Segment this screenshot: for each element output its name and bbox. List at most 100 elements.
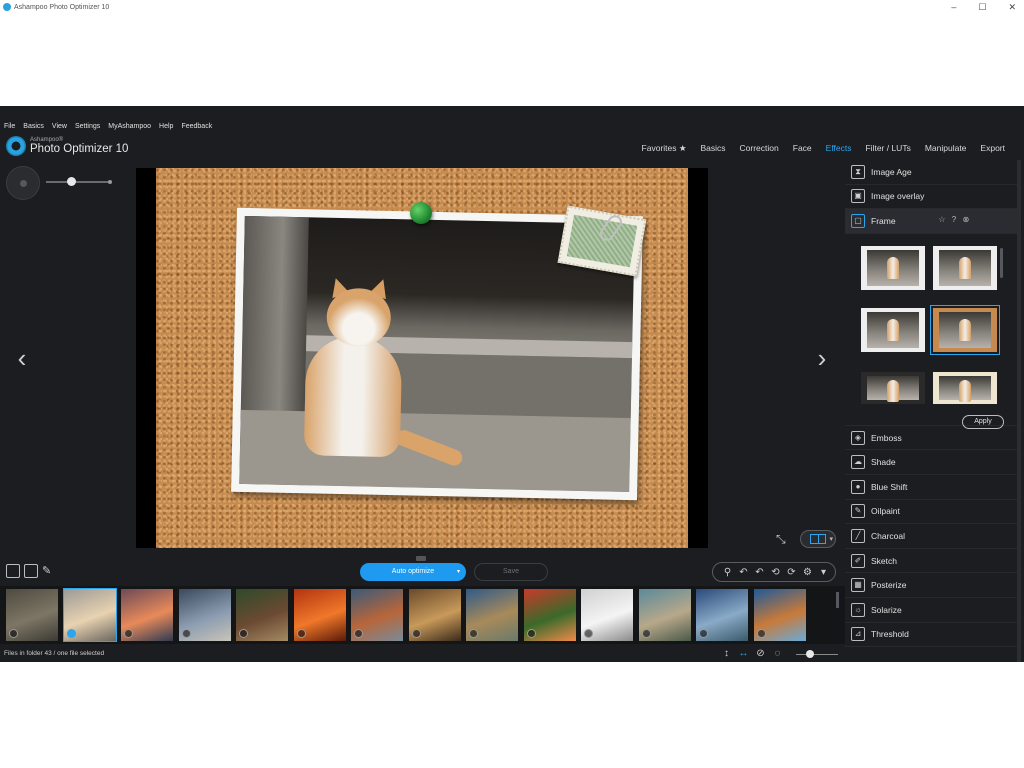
gear-icon[interactable]: ⚙ <box>801 567 814 578</box>
menu-help[interactable]: Help <box>159 123 173 130</box>
zoom-fit-icon[interactable]: ◌ <box>771 648 784 659</box>
filmstrip-thumbnail[interactable] <box>178 589 231 641</box>
chevron-down-icon[interactable]: ▾ <box>817 567 830 578</box>
filmstrip-thumbnail[interactable] <box>581 589 633 641</box>
filmstrip-thumbnail[interactable] <box>696 589 748 641</box>
effect-shade[interactable]: ☁ Shade <box>845 450 1017 475</box>
zoom-slider-handle[interactable] <box>67 177 76 186</box>
filmstrip-thumbnail[interactable] <box>351 589 403 641</box>
tab-filter-luts[interactable]: Filter / LUTs <box>858 143 917 154</box>
image-canvas[interactable] <box>136 168 708 548</box>
filmstrip-scrollbar[interactable] <box>836 592 839 608</box>
close-button[interactable]: ✕ <box>1008 2 1016 13</box>
effect-posterize[interactable]: ▦ Posterize <box>845 573 1017 598</box>
filmstrip-thumbnail[interactable] <box>236 589 288 641</box>
thumbnail-size-slider-handle[interactable] <box>806 650 814 658</box>
minimize-button[interactable]: – <box>951 2 956 12</box>
auto-optimize-button[interactable]: Auto optimize ▾ <box>360 563 466 581</box>
tab-basics[interactable]: Basics <box>693 143 732 154</box>
filmstrip-thumbnail[interactable] <box>753 589 806 641</box>
help-icon[interactable]: ? <box>949 215 959 225</box>
select-checkbox[interactable] <box>124 629 133 638</box>
effect-threshold[interactable]: ⊿ Threshold <box>845 623 1017 648</box>
emboss-icon: ◈ <box>851 430 865 445</box>
filmstrip-thumbnail[interactable] <box>121 589 173 641</box>
status-text: Files in folder 43 / one file selected <box>4 650 105 657</box>
menu-settings[interactable]: Settings <box>75 123 100 130</box>
open-file-icon[interactable] <box>6 564 20 578</box>
menu-file[interactable]: File <box>4 123 15 130</box>
filmstrip-thumbnail[interactable] <box>6 589 58 641</box>
gallery-scrollbar[interactable] <box>1000 247 1003 278</box>
magic-tool-icon[interactable]: ⚲ <box>721 567 734 578</box>
select-checkbox[interactable] <box>411 629 421 638</box>
magic-wand-icon[interactable]: ✎ <box>42 564 56 578</box>
rotate-right-icon[interactable]: ⟳ <box>785 567 798 578</box>
maximize-button[interactable]: ☐ <box>978 2 986 13</box>
effect-image-overlay[interactable]: ▣ Image overlay <box>845 185 1017 210</box>
frame-option[interactable] <box>861 245 925 290</box>
frame-option-selected[interactable] <box>930 304 1000 355</box>
effect-image-age[interactable]: ⧗ Image Age <box>845 160 1017 185</box>
tab-correction[interactable]: Correction <box>733 143 786 154</box>
next-image-button[interactable]: › <box>814 342 830 374</box>
frame-option[interactable] <box>933 371 997 404</box>
effects-scrollbar[interactable] <box>1017 160 1021 662</box>
rotate-left-icon[interactable]: ⟲ <box>769 567 782 578</box>
filmstrip-thumbnail[interactable] <box>638 589 691 641</box>
zoom-slider-track[interactable] <box>46 181 110 183</box>
frame-option[interactable] <box>933 245 997 290</box>
thumbnail-size-slider-track[interactable] <box>796 654 838 655</box>
add-file-icon[interactable] <box>24 564 38 578</box>
menu-feedback[interactable]: Feedback <box>181 123 212 130</box>
frame-option[interactable] <box>861 371 925 404</box>
select-checkbox[interactable] <box>526 629 536 638</box>
tab-favorites[interactable]: Favorites ★ <box>635 143 694 154</box>
effect-emboss[interactable]: ◈ Emboss <box>845 426 1017 451</box>
previous-image-button[interactable]: ‹ <box>14 342 30 374</box>
actual-size-icon[interactable]: ⊘ <box>754 648 767 659</box>
compare-view-toggle[interactable]: ▾ <box>800 530 836 548</box>
reset-icon[interactable]: ⊗ <box>961 215 971 225</box>
fit-height-icon[interactable]: ↕ <box>720 648 733 659</box>
select-checkbox[interactable] <box>469 629 478 638</box>
filmstrip-thumbnail[interactable] <box>408 589 461 641</box>
select-checkbox[interactable] <box>66 629 76 638</box>
effect-label: Emboss <box>871 432 902 443</box>
select-checkbox[interactable] <box>239 629 248 638</box>
fit-width-icon[interactable]: ↔ <box>737 648 750 659</box>
favorite-star-icon[interactable]: ☆ <box>937 215 947 225</box>
filmstrip-thumbnail[interactable] <box>293 589 346 641</box>
effect-solarize[interactable]: ☼ Solarize <box>845 598 1017 623</box>
menu-basics[interactable]: Basics <box>23 123 44 130</box>
save-button[interactable]: Save <box>474 563 548 581</box>
pan-navigator[interactable] <box>6 166 40 200</box>
select-checkbox[interactable] <box>181 629 191 638</box>
menu-myashampoo[interactable]: MyAshampoo <box>108 123 151 130</box>
effect-frame[interactable]: ▢ Frame ☆ ? ⊗ <box>845 209 1017 234</box>
select-checkbox[interactable] <box>9 629 18 638</box>
tab-face[interactable]: Face <box>786 143 819 154</box>
filmstrip-thumbnail[interactable] <box>466 589 518 641</box>
undo-icon[interactable]: ↶ <box>737 567 750 578</box>
undo-all-icon[interactable]: ↶ <box>753 567 766 578</box>
effect-oilpaint[interactable]: ✎ Oilpaint <box>845 500 1017 525</box>
tab-effects[interactable]: Effects <box>819 143 859 154</box>
select-checkbox[interactable] <box>699 629 708 638</box>
tab-manipulate[interactable]: Manipulate <box>918 143 974 154</box>
chevron-down-icon[interactable]: ▾ <box>457 563 460 581</box>
select-checkbox[interactable] <box>756 629 766 638</box>
select-checkbox[interactable] <box>296 629 306 638</box>
select-checkbox[interactable] <box>354 629 363 638</box>
filmstrip-thumbnail[interactable] <box>523 589 576 641</box>
shrink-view-icon[interactable]: ⤡ <box>776 532 792 546</box>
select-checkbox[interactable] <box>584 629 593 638</box>
tab-export[interactable]: Export <box>973 143 1012 154</box>
effect-charcoal[interactable]: ╱ Charcoal <box>845 524 1017 549</box>
effect-blue-shift[interactable]: ● Blue Shift <box>845 475 1017 500</box>
select-checkbox[interactable] <box>641 629 651 638</box>
effect-sketch[interactable]: ✐ Sketch <box>845 549 1017 574</box>
menu-view[interactable]: View <box>52 123 67 130</box>
frame-option[interactable] <box>861 307 925 352</box>
filmstrip-thumbnail-selected[interactable] <box>62 588 117 642</box>
